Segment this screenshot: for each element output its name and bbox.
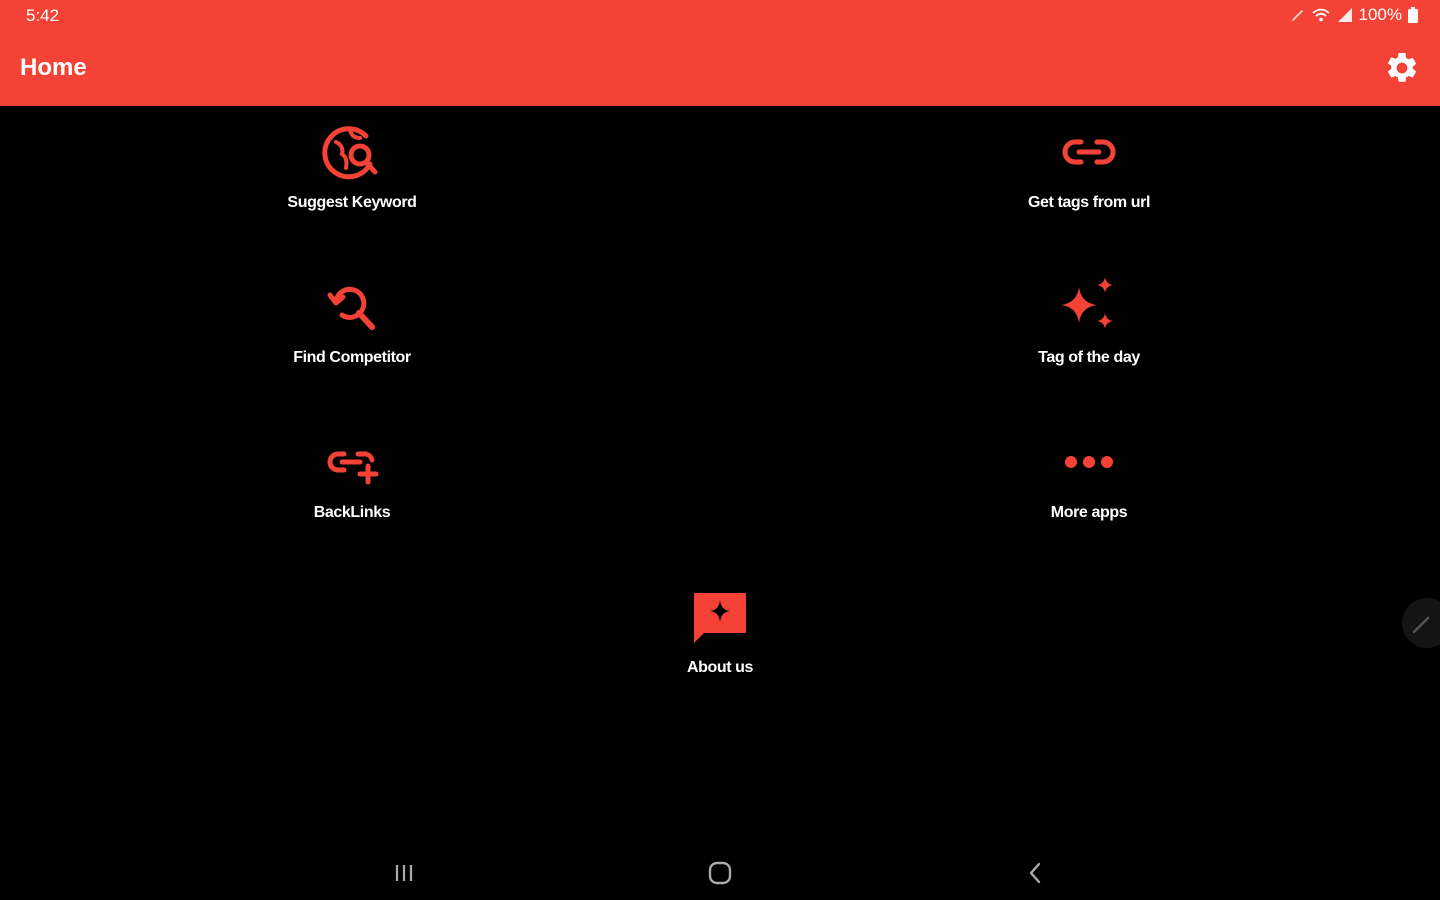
globe-search-icon [320, 120, 384, 184]
system-nav-bar [0, 845, 1440, 900]
settings-button[interactable] [1384, 50, 1420, 86]
chat-sparkle-icon [688, 585, 752, 649]
battery-percent: 100% [1358, 5, 1402, 24]
menu-item-label: Find Competitor [293, 349, 411, 366]
recents-icon [395, 865, 413, 881]
menu-item-more-apps[interactable]: More apps [939, 430, 1239, 540]
menu-item-get-tags-from-url[interactable]: Get tags from url [939, 120, 1239, 230]
link-add-icon [320, 430, 384, 494]
menu-item-backlinks[interactable]: BackLinks [202, 430, 502, 540]
menu-item-label: Get tags from url [1027, 194, 1151, 211]
menu-item-about-us[interactable]: About us [570, 585, 870, 695]
menu-item-suggest-keyword[interactable]: Suggest Keyword [202, 120, 502, 230]
back-button[interactable] [1016, 857, 1056, 889]
menu-item-label: More apps [1050, 504, 1128, 521]
edge-panel-handle[interactable] [1402, 598, 1440, 648]
signal-icon [1337, 8, 1352, 22]
app-bar: 5:42 100% Home [0, 0, 1440, 106]
link-icon [1057, 120, 1121, 184]
menu-item-find-competitor[interactable]: Find Competitor [202, 275, 502, 385]
menu-item-label: About us [686, 659, 754, 676]
gear-icon [1387, 52, 1417, 82]
search-refresh-icon [320, 275, 384, 339]
recents-button[interactable] [384, 857, 424, 889]
menu-item-label: Tag of the day [1038, 349, 1140, 366]
menu-item-tag-of-the-day[interactable]: Tag of the day [939, 275, 1239, 385]
pen-icon [1291, 10, 1303, 21]
home-button[interactable] [700, 857, 740, 889]
status-icons: 100% [1291, 5, 1418, 25]
page-title: Home [20, 54, 87, 81]
home-icon [708, 861, 732, 885]
menu-item-label: BackLinks [313, 504, 391, 521]
menu-item-label: Suggest Keyword [287, 194, 417, 211]
wifi-icon [1311, 8, 1330, 22]
status-time: 5:42 [26, 6, 60, 25]
back-icon [1029, 862, 1041, 884]
battery-icon [1408, 7, 1418, 23]
more-dots-icon [1057, 430, 1121, 494]
pen-icon [1412, 616, 1430, 634]
sparkle-icon [1057, 275, 1121, 339]
